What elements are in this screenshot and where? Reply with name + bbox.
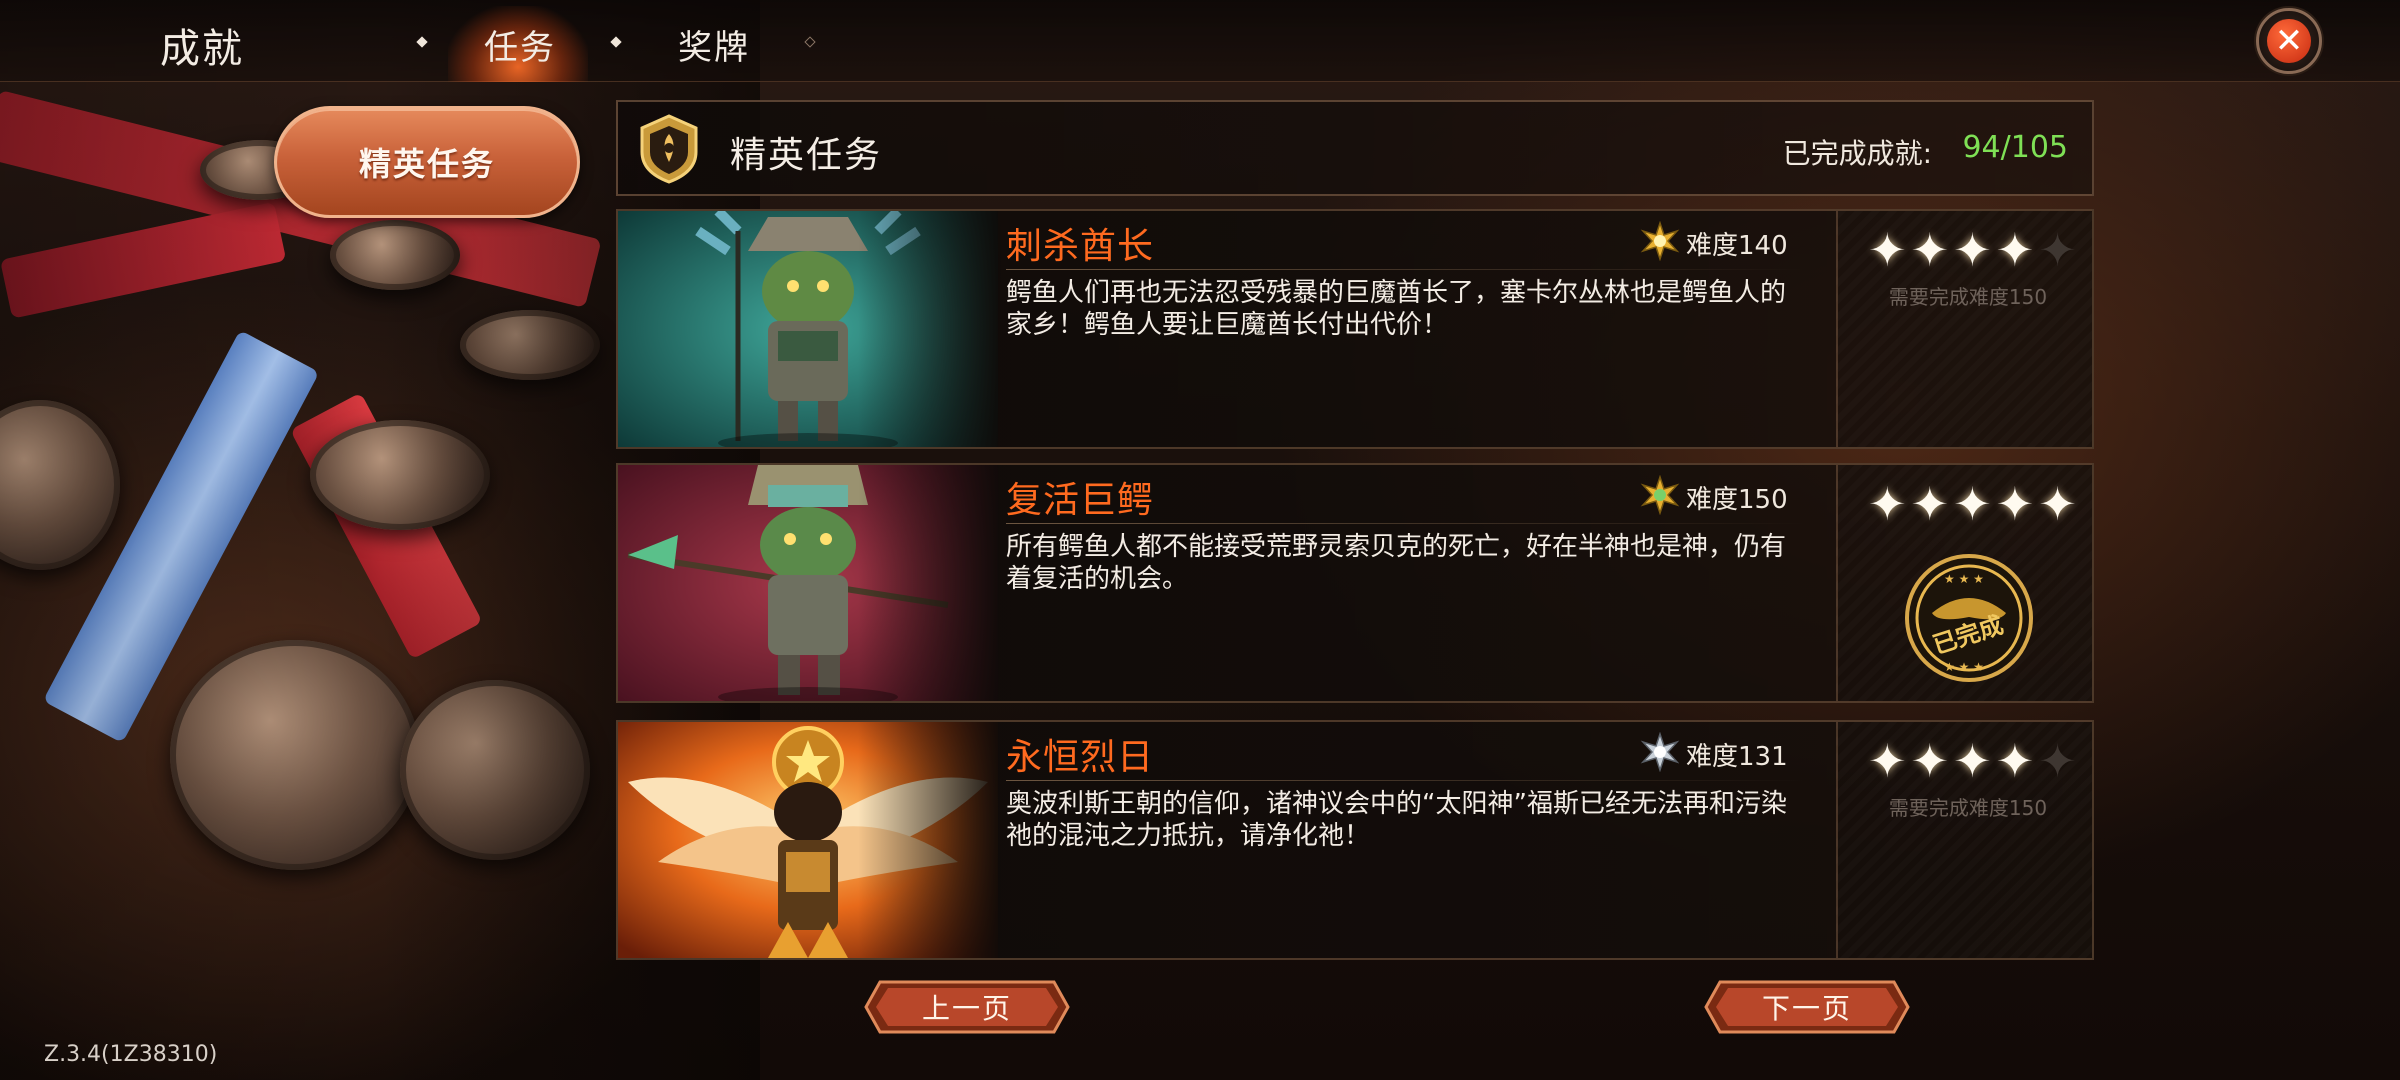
- portrait-fade: [858, 211, 998, 447]
- star-filled-icon: ✦: [1995, 734, 2035, 788]
- star-filled-icon: ✦: [2038, 477, 2077, 531]
- star-filled-icon: ✦: [1953, 734, 1992, 788]
- task-divider: [1006, 269, 1806, 270]
- completed-label: 已完成成就:: [1782, 137, 1932, 170]
- task-description: 鳄鱼人们再也无法忍受残暴的巨魔酋长了，塞卡尔丛林也是鳄鱼人的家乡！鳄鱼人要让巨魔…: [1006, 278, 1787, 340]
- star-filled-icon: ✦: [1868, 223, 1907, 277]
- star-filled-icon: ✦: [1995, 223, 2035, 277]
- next-page-button[interactable]: 下一页: [1702, 978, 1912, 1036]
- elite-emblem-icon: [640, 114, 698, 184]
- task-requirement: 需要完成难度150: [1888, 285, 2048, 309]
- task-portrait-sun-god: [618, 722, 998, 958]
- task-divider: [1006, 523, 1806, 524]
- star-empty-icon: ✦: [2038, 223, 2077, 277]
- star-filled-icon: ✦: [1953, 477, 1992, 531]
- svg-text:★ ★ ★: ★ ★ ★: [1944, 572, 1984, 586]
- top-bar: 成就 任务 奖牌 ✕: [0, 0, 2400, 82]
- difficulty-gold-icon: [1640, 475, 1680, 515]
- task-progress-panel: ✦ ✦ ✦ ✦ ✦ ★ ★ ★ ★ ★ ★ 已完成: [1836, 465, 2092, 701]
- page-title: 成就: [160, 26, 244, 72]
- star-rating: ✦ ✦ ✦ ✦ ✦: [1868, 225, 2077, 275]
- prev-page-button[interactable]: 上一页: [862, 978, 1072, 1036]
- star-filled-icon: ✦: [1910, 477, 1950, 531]
- task-portrait-goblin-chief: [618, 211, 998, 447]
- task-difficulty: 难度131: [1686, 742, 1788, 772]
- task-list-header: 精英任务 已完成成就: 94/105: [616, 100, 2094, 196]
- task-name: 复活巨鳄: [1006, 480, 1155, 521]
- star-filled-icon: ✦: [1995, 477, 2035, 531]
- category-elite-tasks-button[interactable]: 精英任务: [274, 106, 580, 218]
- task-card[interactable]: 永恒烈日 难度131 奥波利斯王朝的信仰，诸神议会中的“太阳神”福斯已经无法再和…: [616, 720, 2094, 960]
- task-progress-panel: ✦ ✦ ✦ ✦ ✦ 需要完成难度150: [1836, 211, 2092, 447]
- next-page-label: 下一页: [1761, 992, 1852, 1025]
- portrait-fade: [858, 465, 998, 701]
- task-card[interactable]: 刺杀酋长 难度140 鳄鱼人们再也无法忍受残暴的巨魔酋长了，塞卡尔丛林也是鳄鱼人…: [616, 209, 2094, 449]
- close-icon: ✕: [2267, 19, 2311, 63]
- task-description: 奥波利斯王朝的信仰，诸神议会中的“太阳神”福斯已经无法再和污染祂的混沌之力抵抗，…: [1006, 789, 1787, 851]
- star-rating: ✦ ✦ ✦ ✦ ✦: [1868, 736, 2077, 786]
- task-card[interactable]: 复活巨鳄 难度150 所有鳄鱼人都不能接受荒野灵索贝克的死亡，好在半神也是神，仍…: [616, 463, 2094, 703]
- version-label: Z.3.4(1Z38310): [44, 1042, 218, 1067]
- star-empty-icon: ✦: [2038, 734, 2077, 788]
- task-progress-panel: ✦ ✦ ✦ ✦ ✦ 需要完成难度150: [1836, 722, 2092, 958]
- difficulty-gold-icon: [1640, 221, 1680, 261]
- task-difficulty: 难度150: [1686, 485, 1788, 515]
- task-divider: [1006, 780, 1806, 781]
- tab-separator: [804, 36, 816, 48]
- completed-stamp: ★ ★ ★ ★ ★ ★ 已完成: [1905, 554, 2033, 682]
- tab-separator: [610, 36, 622, 48]
- tab-tasks[interactable]: 任务: [484, 20, 556, 69]
- star-filled-icon: ✦: [1910, 734, 1950, 788]
- close-button[interactable]: ✕: [2256, 8, 2322, 74]
- task-requirement: 需要完成难度150: [1888, 796, 2048, 820]
- tab-separator: [416, 36, 428, 48]
- star-filled-icon: ✦: [1910, 223, 1950, 277]
- portrait-fade: [858, 722, 998, 958]
- task-difficulty: 难度140: [1686, 231, 1788, 261]
- task-portrait-croc-warrior: [618, 465, 998, 701]
- svg-text:★ ★ ★: ★ ★ ★: [1944, 660, 1984, 674]
- prev-page-label: 上一页: [921, 992, 1012, 1025]
- star-rating: ✦ ✦ ✦ ✦ ✦: [1868, 479, 2077, 529]
- task-name: 刺杀酋长: [1006, 226, 1155, 267]
- task-description: 所有鳄鱼人都不能接受荒野灵索贝克的死亡，好在半神也是神，仍有着复活的机会。: [1006, 532, 1787, 594]
- star-filled-icon: ✦: [1953, 223, 1992, 277]
- panel-title: 精英任务: [730, 135, 883, 176]
- star-filled-icon: ✦: [1868, 477, 1907, 531]
- completed-count: 94/105: [1962, 130, 2068, 165]
- star-filled-icon: ✦: [1868, 734, 1907, 788]
- difficulty-silver-icon: [1640, 732, 1680, 772]
- task-name: 永恒烈日: [1006, 737, 1155, 778]
- tab-medals[interactable]: 奖牌: [678, 20, 750, 69]
